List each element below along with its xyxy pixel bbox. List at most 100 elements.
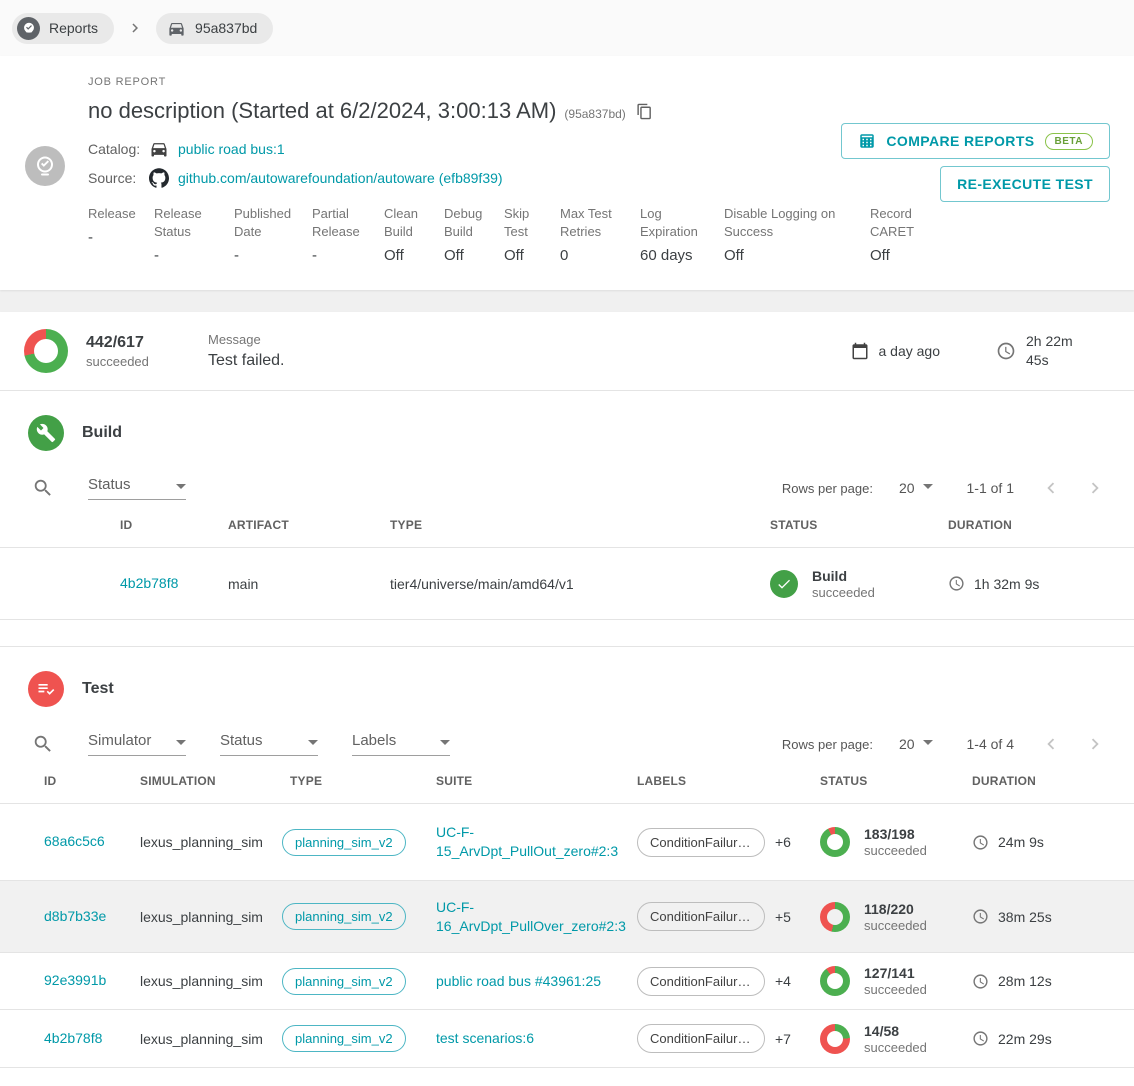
test-pagination: Rows per page: 20 1-4 of 4 xyxy=(782,729,1110,759)
check-circle-icon xyxy=(770,570,798,598)
label-chip[interactable]: ConditionFailure:Ac… xyxy=(637,1024,765,1053)
build-artifact: main xyxy=(228,576,390,592)
test-table-header: ID SIMULATION TYPE SUITE LABELS STATUS D… xyxy=(0,759,1134,803)
test-duration: 38m 25s xyxy=(998,909,1052,925)
suite-link[interactable]: UC-F-15_ArvDpt_PullOut_zero#2:3 xyxy=(436,823,626,861)
reports-icon xyxy=(17,17,40,40)
test-simulation: lexus_planning_sim xyxy=(140,973,282,989)
github-icon xyxy=(149,168,169,188)
search-icon xyxy=(32,477,54,499)
test-status-donut-chart xyxy=(820,966,850,996)
table-row[interactable]: 4b2b78f8 lexus_planning_sim planning_sim… xyxy=(0,1010,1134,1067)
table-row[interactable]: 92e3991b lexus_planning_sim planning_sim… xyxy=(0,953,1134,1009)
build-id-link[interactable]: 4b2b78f8 xyxy=(120,575,178,591)
results-card: 442/617 succeeded Message Test failed. a… xyxy=(0,312,1134,1086)
test-id-link[interactable]: 92e3991b xyxy=(44,972,106,988)
compare-reports-button[interactable]: COMPARE REPORTS BETA xyxy=(841,123,1110,159)
test-next-page-button[interactable] xyxy=(1080,729,1110,759)
test-count-label: succeeded xyxy=(864,1040,927,1055)
label-more-count: +4 xyxy=(775,973,791,989)
catalog-label: Catalog: xyxy=(88,141,140,157)
label-more-count: +6 xyxy=(775,834,791,850)
column-header-id: ID xyxy=(44,774,140,788)
chevron-right-icon xyxy=(118,19,152,37)
test-id-link[interactable]: d8b7b33e xyxy=(44,908,106,924)
label-chip[interactable]: ConditionFailure:Si… xyxy=(637,828,765,857)
labels-filter-label: Labels xyxy=(352,732,396,749)
car-icon xyxy=(149,139,169,159)
catalog-link[interactable]: public road bus:1 xyxy=(178,141,285,157)
field-label: Debug Build xyxy=(444,205,488,241)
rows-per-page-label: Rows per page: xyxy=(782,481,873,496)
test-simulation: lexus_planning_sim xyxy=(140,1031,282,1047)
test-page-range: 1-4 of 4 xyxy=(967,736,1014,752)
summary-donut-chart xyxy=(24,329,68,373)
test-rows-per-page-select[interactable]: 20 xyxy=(899,736,933,752)
breadcrumb: Reports 95a837bd xyxy=(0,0,1134,56)
test-prev-page-button[interactable] xyxy=(1036,729,1066,759)
build-next-page-button[interactable] xyxy=(1080,473,1110,503)
build-status-filter[interactable]: Status xyxy=(88,476,186,500)
build-duration: 1h 32m 9s xyxy=(974,576,1039,592)
clock-icon xyxy=(972,973,989,990)
type-chip[interactable]: planning_sim_v2 xyxy=(282,829,406,856)
clock-icon xyxy=(972,908,989,925)
field-value: Off xyxy=(444,247,488,264)
field-label: Published Date xyxy=(234,205,296,241)
suite-link[interactable]: test scenarios:6 xyxy=(436,1029,534,1048)
page-title: no description (Started at 6/2/2024, 3:0… xyxy=(88,98,556,124)
build-rows-per-page-select[interactable]: 20 xyxy=(899,480,933,496)
source-link[interactable]: github.com/autowarefoundation/autoware (… xyxy=(178,170,503,186)
test-count-label: succeeded xyxy=(864,843,927,858)
suite-link[interactable]: public road bus #43961:25 xyxy=(436,972,601,991)
table-row[interactable]: 68a6c5c6 lexus_planning_sim planning_sim… xyxy=(0,804,1134,880)
build-section-title: Build xyxy=(82,424,122,442)
test-labels-filter[interactable]: Labels xyxy=(352,732,450,756)
test-status-filter[interactable]: Status xyxy=(220,732,318,756)
test-duration: 28m 12s xyxy=(998,973,1052,989)
test-id-link[interactable]: 68a6c5c6 xyxy=(44,833,105,849)
clock-icon xyxy=(972,834,989,851)
field-value: 0 xyxy=(560,247,624,264)
test-id-link[interactable]: 4b2b78f8 xyxy=(44,1030,102,1046)
build-prev-page-button[interactable] xyxy=(1036,473,1066,503)
test-count: 14/58 xyxy=(864,1023,927,1039)
breadcrumb-reports[interactable]: Reports xyxy=(12,13,114,44)
re-execute-test-label: RE-EXECUTE TEST xyxy=(957,176,1093,192)
beta-badge: BETA xyxy=(1045,133,1093,150)
field-value: - xyxy=(154,247,218,264)
test-simulator-filter[interactable]: Simulator xyxy=(88,732,186,756)
copy-icon[interactable] xyxy=(636,103,653,120)
column-header-duration: DURATION xyxy=(972,774,1110,788)
test-section-icon xyxy=(28,671,64,707)
field-value: - xyxy=(312,247,368,264)
breadcrumb-report-id-label: 95a837bd xyxy=(195,20,257,36)
label-chip[interactable]: ConditionFailure:Co… xyxy=(637,902,765,931)
table-row[interactable]: 4b2b78f8 main tier4/universe/main/amd64/… xyxy=(0,548,1134,619)
chevron-down-icon xyxy=(176,740,186,745)
column-header-suite: SUITE xyxy=(436,774,637,788)
build-status-title: Build xyxy=(812,568,875,584)
test-duration: 22m 29s xyxy=(998,1031,1052,1047)
column-header-status: STATUS xyxy=(770,518,948,532)
build-page-range: 1-1 of 1 xyxy=(967,480,1014,496)
field-label: Max Test Retries xyxy=(560,205,624,241)
suite-link[interactable]: UC-F-16_ArvDpt_PullOver_zero#2:3 xyxy=(436,898,626,936)
breadcrumb-report-id[interactable]: 95a837bd xyxy=(156,13,273,44)
test-count: 183/198 xyxy=(864,826,927,842)
type-chip[interactable]: planning_sim_v2 xyxy=(282,968,406,995)
label-chip[interactable]: ConditionFailure:Co… xyxy=(637,967,765,996)
table-row[interactable]: d8b7b33e lexus_planning_sim planning_sim… xyxy=(0,881,1134,952)
field-value: Off xyxy=(724,247,854,264)
column-header-type: TYPE xyxy=(390,518,770,532)
re-execute-test-button[interactable]: RE-EXECUTE TEST xyxy=(940,166,1110,202)
build-section-icon xyxy=(28,415,64,451)
build-pagination: Rows per page: 20 1-1 of 1 xyxy=(782,473,1110,503)
type-chip[interactable]: planning_sim_v2 xyxy=(282,903,406,930)
test-simulation: lexus_planning_sim xyxy=(140,909,282,925)
summary-count: 442/617 xyxy=(86,334,194,352)
source-label: Source: xyxy=(88,170,140,186)
summary-row: 442/617 succeeded Message Test failed. a… xyxy=(0,312,1134,390)
type-chip[interactable]: planning_sim_v2 xyxy=(282,1025,406,1052)
field-value: Off xyxy=(870,247,926,264)
